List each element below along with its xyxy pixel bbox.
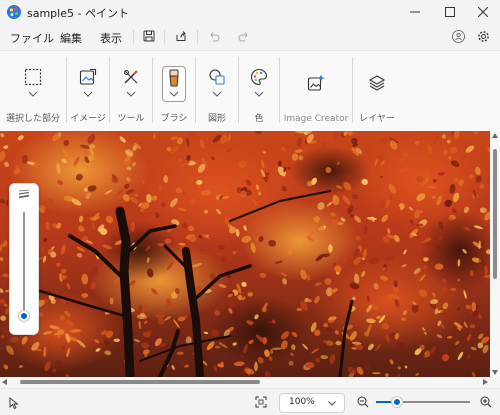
horizontal-scrollbar[interactable] xyxy=(0,377,500,387)
tools-tool[interactable] xyxy=(119,65,143,89)
image-creator-tool[interactable] xyxy=(304,71,328,95)
redo-button[interactable] xyxy=(236,28,252,44)
ribbon-group-image[interactable]: イメージ xyxy=(67,51,109,131)
brush-size-icon xyxy=(18,189,30,199)
chevron-down-icon xyxy=(212,91,222,97)
shapes-tool[interactable] xyxy=(205,65,229,89)
menu-edit[interactable]: 編集 xyxy=(60,30,82,46)
ribbon-label-colors: 色 xyxy=(254,114,264,124)
maximize-button[interactable] xyxy=(433,0,467,24)
zoom-in-icon[interactable] xyxy=(480,396,492,408)
account-button[interactable] xyxy=(450,28,466,44)
ribbon-group-selection[interactable]: 選択した部分 xyxy=(0,51,66,131)
undo-button[interactable] xyxy=(206,28,222,44)
brush-size-slider[interactable] xyxy=(9,183,39,335)
scroll-left-icon[interactable] xyxy=(2,379,7,385)
ribbon-group-tools[interactable]: ツール xyxy=(110,51,152,131)
menu-divider xyxy=(197,30,198,44)
undo-icon xyxy=(210,32,220,42)
zoom-dropdown[interactable]: 100% xyxy=(279,393,345,413)
share-icon xyxy=(176,31,186,41)
menu-bar: ファイル 編集 表示 xyxy=(0,24,500,48)
chevron-down-icon xyxy=(328,401,336,406)
paint-app-icon xyxy=(7,5,21,19)
layers-icon xyxy=(368,75,386,91)
minimize-button[interactable] xyxy=(398,0,432,24)
close-button[interactable] xyxy=(466,0,500,24)
scroll-up-icon[interactable] xyxy=(492,133,498,138)
redo-icon xyxy=(238,32,248,42)
ribbon-group-shapes[interactable]: 図形 xyxy=(196,51,238,131)
ribbon-label-shapes: 図形 xyxy=(207,114,226,124)
brush-icon xyxy=(169,69,179,87)
chevron-down-icon xyxy=(254,91,264,97)
pointer-icon xyxy=(9,397,19,409)
ribbon-label-layers: レイヤー xyxy=(359,114,395,124)
zoom-value: 100% xyxy=(289,397,315,407)
menu-view[interactable]: 表示 xyxy=(100,30,122,46)
chevron-down-icon xyxy=(83,91,93,97)
selection-tool[interactable] xyxy=(21,65,45,89)
shapes-icon xyxy=(209,69,225,85)
fit-to-window-icon[interactable] xyxy=(255,396,267,408)
ribbon-label-image-creator: Image Creator xyxy=(283,114,349,124)
menu-divider xyxy=(164,30,165,44)
menu-divider xyxy=(133,30,134,44)
title-bar: sample5 - ペイント xyxy=(0,0,500,24)
image-icon xyxy=(79,68,97,85)
share-button[interactable] xyxy=(173,28,189,44)
ribbon-group-image-creator[interactable]: Image Creator xyxy=(280,51,352,131)
colors-tool[interactable] xyxy=(247,65,271,89)
brush-size-track xyxy=(23,212,25,316)
status-bar: 100% xyxy=(0,388,500,415)
ribbon-toolbar: 選択した部分 イメージ ツール ブラシ 図形 色 Image Creator レ… xyxy=(0,50,500,132)
image-tool[interactable] xyxy=(76,65,100,89)
zoom-out-icon[interactable] xyxy=(357,396,369,408)
close-icon xyxy=(478,7,488,17)
save-button[interactable] xyxy=(141,28,157,44)
minimize-icon xyxy=(410,11,420,13)
selection-icon xyxy=(24,68,42,86)
autumn-foliage-photo xyxy=(0,131,490,377)
ribbon-group-layers[interactable]: レイヤー xyxy=(353,51,401,131)
menu-file[interactable]: ファイル xyxy=(10,30,54,46)
chevron-down-icon xyxy=(169,91,179,97)
ribbon-label-image: イメージ xyxy=(70,114,106,124)
image-creator-icon xyxy=(307,74,325,91)
ribbon-label-selection: 選択した部分 xyxy=(5,114,60,124)
chevron-down-icon xyxy=(28,91,38,97)
account-icon xyxy=(451,29,465,43)
scroll-right-icon[interactable] xyxy=(483,379,488,385)
ribbon-group-brush[interactable]: ブラシ xyxy=(153,51,195,131)
scroll-down-icon[interactable] xyxy=(492,370,498,375)
ribbon-label-brush: ブラシ xyxy=(160,114,188,124)
ribbon-label-tools: ツール xyxy=(117,114,145,124)
settings-button[interactable] xyxy=(475,28,491,44)
window-title: sample5 - ペイント xyxy=(27,7,129,20)
vertical-scroll-thumb[interactable] xyxy=(493,149,497,279)
brush-tool-selected[interactable] xyxy=(162,66,186,102)
zoom-slider-thumb[interactable] xyxy=(391,397,402,407)
maximize-icon xyxy=(445,7,455,17)
layers-tool[interactable] xyxy=(365,71,389,95)
horizontal-scroll-thumb[interactable] xyxy=(20,380,260,384)
vertical-scrollbar[interactable] xyxy=(490,131,500,377)
brush-size-thumb[interactable] xyxy=(19,311,29,321)
settings-icon xyxy=(477,30,489,42)
palette-icon xyxy=(251,68,268,86)
tools-icon xyxy=(124,70,138,84)
chevron-down-icon xyxy=(126,91,136,97)
ribbon-group-colors[interactable]: 色 xyxy=(239,51,279,131)
save-icon xyxy=(143,30,155,42)
drawing-canvas[interactable] xyxy=(0,131,490,377)
